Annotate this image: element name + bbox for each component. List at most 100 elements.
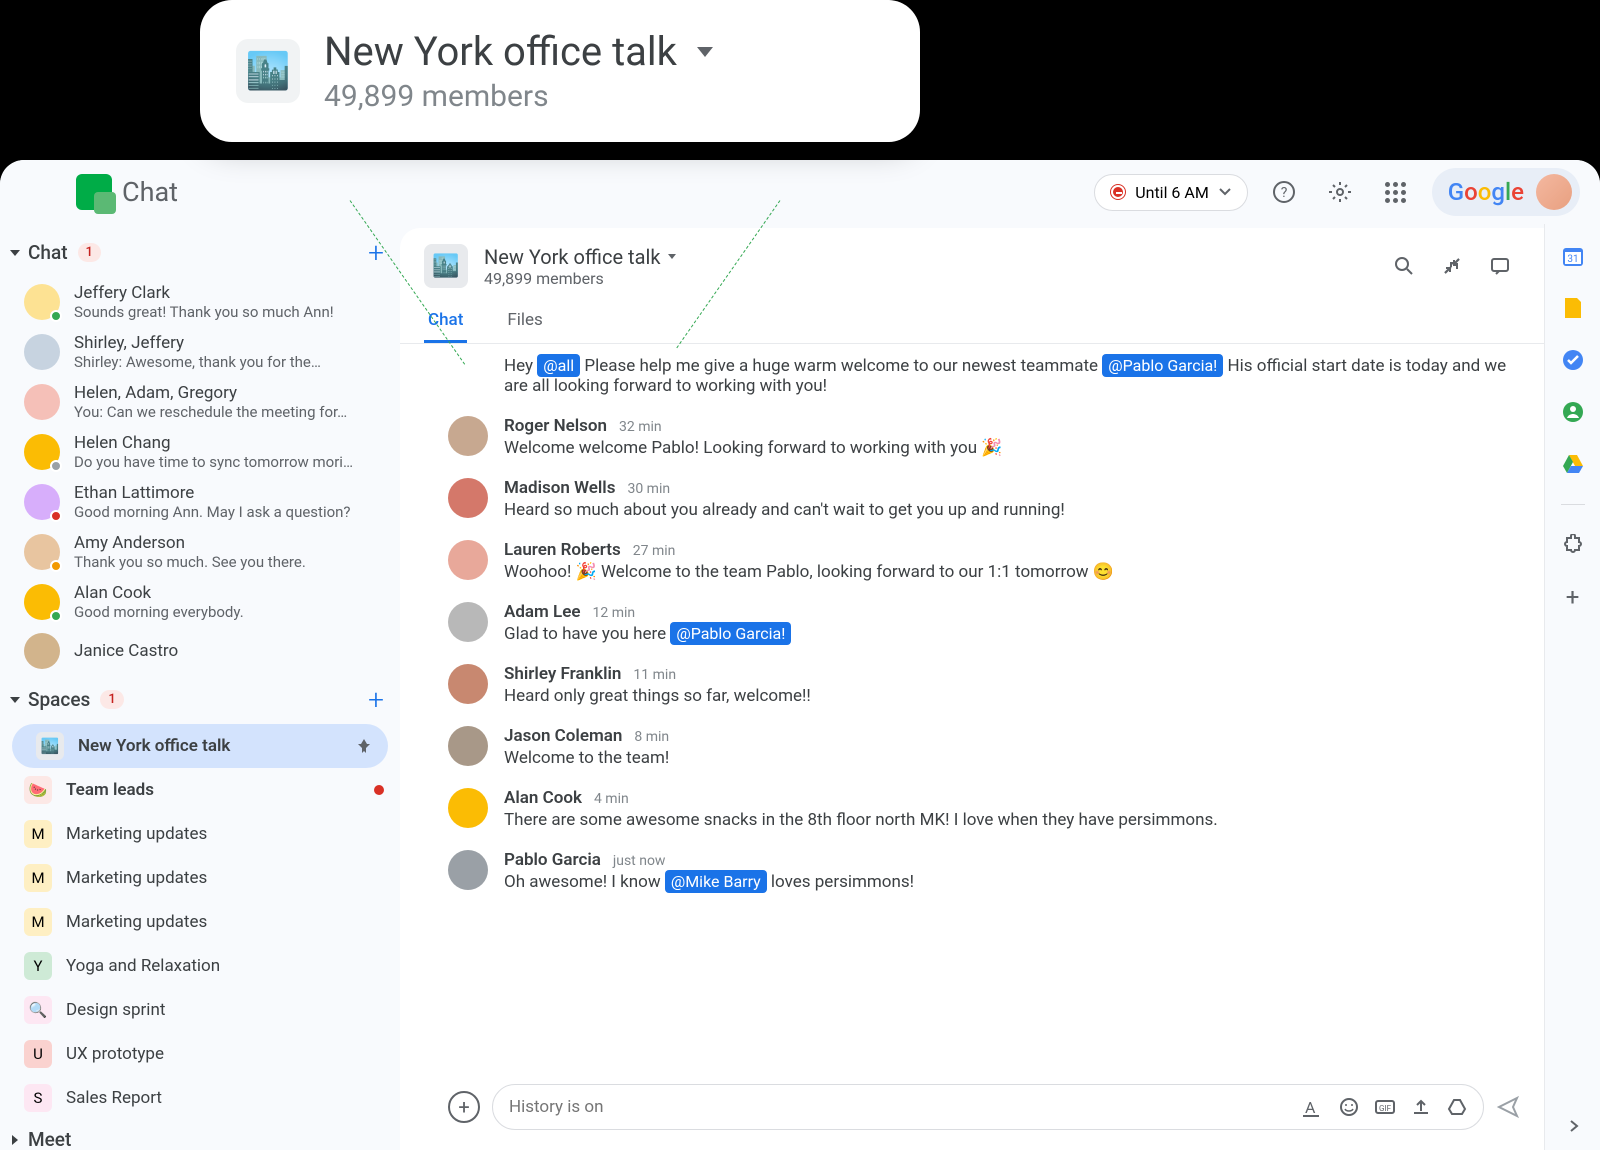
space-item[interactable]: Y Yoga and Relaxation	[0, 944, 400, 988]
chat-preview: You: Can we reschedule the meeting for…	[74, 403, 384, 421]
messages-list[interactable]: Hey @all Please help me give a huge warm…	[400, 344, 1544, 1072]
mention[interactable]: @Pablo Garcia!	[670, 622, 791, 645]
chat-item[interactable]: Jeffery Clark Sounds great! Thank you so…	[0, 277, 400, 327]
format-icon[interactable]: A	[1303, 1097, 1323, 1117]
collapse-icon	[1442, 256, 1462, 276]
meet-section-header[interactable]: Meet	[0, 1120, 400, 1150]
message: Pablo Garcia just now Oh awesome! I know…	[448, 850, 1512, 892]
chat-item[interactable]: Shirley, Jeffery Shirley: Awesome, thank…	[0, 327, 400, 377]
space-title[interactable]: New York office talk	[484, 245, 1368, 269]
search-button[interactable]	[1384, 246, 1424, 286]
avatar	[24, 384, 60, 420]
message-time: 8 min	[634, 729, 669, 745]
add-app-button[interactable]: +	[1561, 585, 1585, 609]
chat-item[interactable]: Alan Cook Good morning everybody.	[0, 577, 400, 627]
chat-item[interactable]: Amy Anderson Thank you so much. See you …	[0, 527, 400, 577]
message-input[interactable]	[509, 1097, 1295, 1117]
status-label: Until 6 AM	[1135, 183, 1209, 202]
chat-item[interactable]: Janice Castro	[0, 627, 400, 675]
expand-panel-button[interactable]	[1565, 1118, 1581, 1134]
drive-icon[interactable]	[1447, 1097, 1467, 1117]
avatar	[24, 633, 60, 669]
contacts-app-icon[interactable]	[1561, 400, 1585, 424]
space-item[interactable]: 🏙️ New York office talk	[12, 724, 388, 768]
tab-files[interactable]: Files	[503, 300, 546, 343]
drive-app-icon[interactable]	[1561, 452, 1585, 476]
svg-text:GIF: GIF	[1379, 1104, 1392, 1113]
space-item[interactable]: M Marketing updates	[0, 812, 400, 856]
space-item[interactable]: U UX prototype	[0, 1032, 400, 1076]
chat-item[interactable]: Helen Chang Do you have time to sync tom…	[0, 427, 400, 477]
status-selector[interactable]: Until 6 AM	[1094, 174, 1248, 211]
tasks-app-icon[interactable]	[1561, 348, 1585, 372]
space-item[interactable]: S Sales Report	[0, 1076, 400, 1120]
avatar	[24, 334, 60, 370]
space-icon: U	[24, 1040, 52, 1068]
message-time: 11 min	[633, 667, 676, 683]
space-header: 🏙️ New York office talk 49,899 members	[400, 228, 1544, 344]
mention[interactable]: @Mike Barry	[665, 870, 767, 893]
message: Shirley Franklin 11 min Heard only great…	[448, 664, 1512, 706]
gif-icon[interactable]: GIF	[1375, 1097, 1395, 1117]
new-chat-button[interactable]: +	[368, 236, 384, 269]
avatar	[24, 534, 60, 570]
topbar: Chat Until 6 AM ? Google	[0, 160, 1600, 224]
chat-preview: Good morning Ann. May I ask a question?	[74, 503, 384, 521]
mention[interactable]: @Pablo Garcia!	[1102, 354, 1223, 377]
menu-button[interactable]	[20, 172, 60, 212]
search-icon	[1394, 256, 1414, 276]
message-time: 32 min	[619, 419, 662, 435]
avatar	[448, 788, 488, 828]
message-author: Shirley Franklin	[504, 664, 621, 684]
new-space-button[interactable]: +	[368, 683, 384, 716]
keep-app-icon[interactable]	[1561, 296, 1585, 320]
message: Lauren Roberts 27 min Woohoo! 🎉 Welcome …	[448, 540, 1512, 582]
space-name: New York office talk	[78, 736, 230, 756]
chat-item[interactable]: Ethan Lattimore Good morning Ann. May I …	[0, 477, 400, 527]
svg-text:?: ?	[1280, 185, 1287, 201]
add-button[interactable]: +	[448, 1091, 480, 1123]
chevron-down-icon	[1219, 188, 1231, 196]
space-item[interactable]: 🍉 Team leads	[0, 768, 400, 812]
space-avatar: 🏙️	[424, 244, 468, 288]
chevron-down-icon[interactable]	[697, 47, 713, 57]
space-item[interactable]: M Marketing updates	[0, 900, 400, 944]
chat-bubble-icon	[1490, 256, 1510, 276]
help-icon: ?	[1272, 180, 1296, 204]
upload-icon[interactable]	[1411, 1097, 1431, 1117]
avatar	[24, 484, 60, 520]
apps-button[interactable]	[1376, 172, 1416, 212]
collapse-button[interactable]	[1432, 246, 1472, 286]
message: Jason Coleman 8 min Welcome to the team!	[448, 726, 1512, 768]
compose-box[interactable]: A GIF	[492, 1084, 1484, 1130]
user-avatar[interactable]	[1536, 174, 1572, 210]
chat-preview: Shirley: Awesome, thank you for the…	[74, 353, 384, 371]
callout-popup: 🏙️ New York office talk 49,899 members	[200, 0, 920, 142]
calendar-app-icon[interactable]: 31	[1561, 244, 1585, 268]
mention[interactable]: @all	[537, 354, 580, 377]
space-item[interactable]: 🔍 Design sprint	[0, 988, 400, 1032]
space-icon: S	[24, 1084, 52, 1112]
thread-button[interactable]	[1480, 246, 1520, 286]
avatar	[448, 416, 488, 456]
settings-button[interactable]	[1320, 172, 1360, 212]
avatar	[448, 850, 488, 890]
space-name: Marketing updates	[66, 868, 207, 888]
send-button[interactable]	[1496, 1095, 1520, 1119]
chat-name: Helen, Adam, Gregory	[74, 383, 384, 403]
chat-item[interactable]: Helen, Adam, Gregory You: Can we resched…	[0, 377, 400, 427]
emoji-icon[interactable]	[1339, 1097, 1359, 1117]
message-time: 12 min	[593, 605, 636, 621]
help-button[interactable]: ?	[1264, 172, 1304, 212]
message: Adam Lee 12 min Glad to have you here @P…	[448, 602, 1512, 644]
addons-button[interactable]	[1561, 533, 1585, 557]
message-time: 27 min	[633, 543, 676, 559]
app-logo[interactable]: Chat	[76, 174, 178, 210]
main-panel: 🏙️ New York office talk 49,899 members	[400, 228, 1544, 1150]
chat-name: Helen Chang	[74, 433, 384, 453]
spaces-section-header[interactable]: Spaces 1 +	[0, 675, 400, 724]
space-icon: 🍉	[24, 776, 52, 804]
account-area[interactable]: Google	[1432, 168, 1580, 216]
chat-section-header[interactable]: Chat 1 +	[0, 228, 400, 277]
space-item[interactable]: M Marketing updates	[0, 856, 400, 900]
